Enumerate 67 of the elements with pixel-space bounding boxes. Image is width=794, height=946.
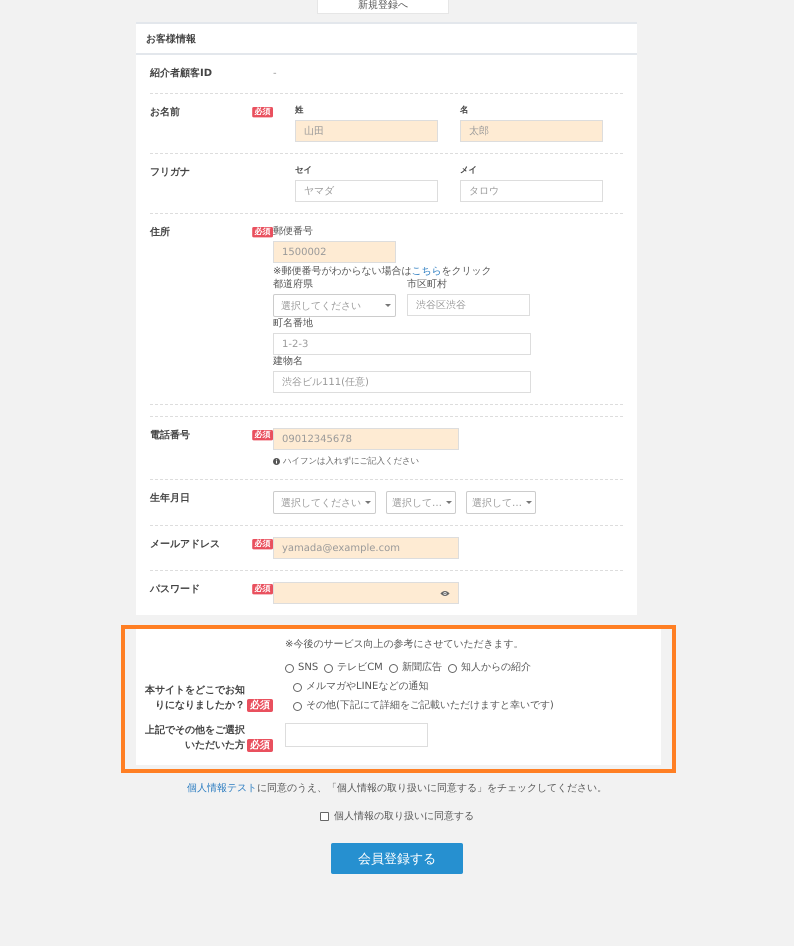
field-label: 電話番号 [150,428,190,443]
field-label: フリガナ [150,166,190,180]
field-label: 上記でその他をご選択いただいた方 [144,724,245,753]
field-caption: 建物名 [273,356,303,368]
field-caption: 町名番地 [273,318,313,330]
survey-note: ※今後のサービス向上の参考にさせていただきます。 [285,638,524,652]
text-input[interactable]: タロウ [460,180,603,202]
street-input[interactable]: 1-2-3 [273,333,531,355]
referrer-id-value: - [273,67,277,81]
field-caption: 郵便番号 [273,226,313,238]
radio-icon[interactable] [285,664,294,672]
caret-icon [526,501,532,504]
caret-icon [385,304,391,307]
checkbox-label[interactable]: 個人情報の取り扱いに同意する [334,809,474,823]
phone-input[interactable]: 09012345678 [273,428,459,450]
password-input[interactable] [273,582,459,604]
required-badge: 必須 [252,539,273,550]
city-input[interactable]: 渋谷区渋谷 [407,294,530,316]
email-input[interactable]: yamada@example.com [273,537,459,559]
privacy-link[interactable]: 個人情報テスト [187,783,257,794]
radio-icon[interactable] [388,664,398,672]
section-title: お客様情報 [146,32,196,46]
radio-icon[interactable] [448,664,457,672]
field-label: 紹介者顧客ID [150,66,212,81]
radio-icon[interactable] [293,682,302,692]
required-badge: 必須 [252,430,273,440]
required-badge: 必須 [252,227,273,238]
eye-icon[interactable] [440,590,450,596]
field-caption: 市区町村 [407,279,447,291]
submit-button[interactable]: 会員登録する [331,843,463,874]
radio-icon[interactable] [293,702,302,710]
field-label: メールアドレス [150,538,220,552]
field-caption: 姓 [295,106,304,116]
radio-option[interactable]: SNS [285,661,318,675]
radio-option[interactable]: テレビCM [324,661,383,675]
text-input[interactable]: 山田 [295,120,438,142]
field-caption: セイ [295,166,312,176]
field-label: お名前 [150,106,180,120]
radio-icon[interactable] [324,664,334,672]
required-badge: 必須 [247,739,273,752]
required-badge: 必須 [247,699,273,712]
consent-note: 個人情報テスト に同意のうえ、「個人情報の取り扱いに同意する」をチェックしてください。 [186,782,608,795]
building-input[interactable]: 渋谷ビル111(任意) [273,371,531,393]
phone-hint: ハイフンは入れずにご記入ください [283,456,419,467]
field-caption: 都道府県 [273,279,313,291]
required-badge: 必須 [252,584,273,594]
postal-note: ※郵便番号がわからない場合はこちら をクリック [273,266,492,278]
field-label: 住所 [150,226,170,240]
other-input[interactable] [285,723,428,747]
field-label: 本サイトをどこでお知りになりましたか？ [144,684,245,713]
radio-option[interactable]: メルマガやLINEなどの通知 [285,680,655,694]
caret-icon [365,501,371,504]
field-caption: 名 [460,106,468,116]
postal-code-input[interactable]: 1500002 [273,241,396,263]
text-input[interactable]: 太郎 [460,120,603,142]
required-badge: 必須 [252,107,273,118]
radio-option[interactable]: その他(下記にて詳細をご記載いただけますと幸いです) [285,699,655,713]
info-icon [273,458,280,464]
field-label: 生年月日 [150,492,190,506]
text-input[interactable]: ヤマダ [295,180,438,202]
radio-option[interactable]: 知人からの紹介 [448,661,531,675]
field-label: パスワード [150,583,200,597]
field-caption: メイ [460,166,477,176]
caret-icon [446,501,452,504]
radio-option[interactable]: 新聞広告 [388,661,442,675]
agree-checkbox[interactable] [320,812,329,820]
postal-lookup-link[interactable]: こちら [411,266,442,277]
